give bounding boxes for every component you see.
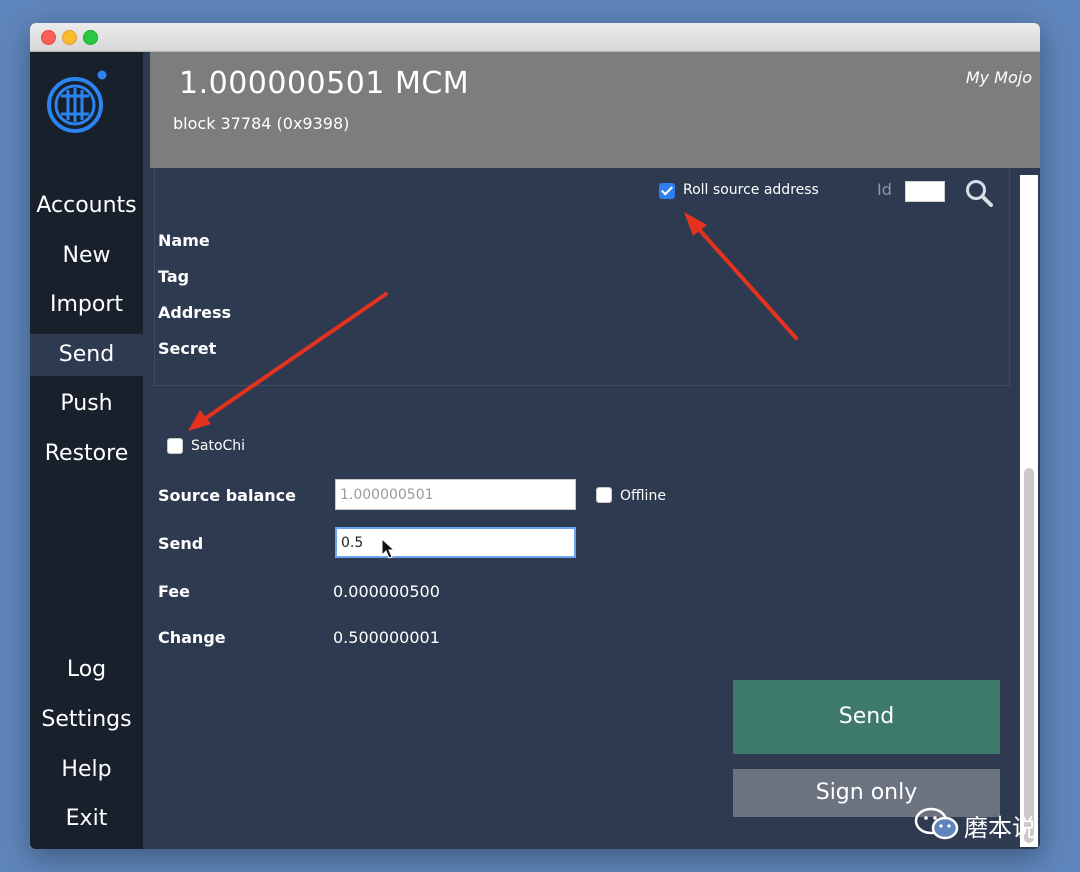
sidebar-item-send[interactable]: Send bbox=[30, 334, 143, 376]
change-label: Change bbox=[158, 628, 226, 647]
source-address-panel bbox=[154, 168, 1010, 386]
name-label: Name bbox=[158, 231, 210, 250]
send-amount-field[interactable] bbox=[335, 527, 576, 558]
scrollbar-thumb[interactable] bbox=[1024, 468, 1034, 843]
sidebar-item-push[interactable]: Push bbox=[30, 383, 143, 425]
sidebar: Accounts New Import Send Push Restore Lo… bbox=[30, 52, 143, 849]
fee-value: 0.000000500 bbox=[333, 582, 440, 601]
sidebar-item-log[interactable]: Log bbox=[30, 649, 143, 691]
sidebar-item-exit[interactable]: Exit bbox=[30, 798, 143, 840]
minimize-window-button[interactable] bbox=[62, 30, 77, 45]
sidebar-item-restore[interactable]: Restore bbox=[30, 433, 143, 475]
balance-header: 1.000000501 MCM block 37784 (0x9398) My … bbox=[150, 52, 1040, 168]
satochi-checkbox[interactable] bbox=[167, 438, 183, 454]
offline-checkbox[interactable] bbox=[596, 487, 612, 503]
app-logo-icon bbox=[47, 70, 107, 133]
mouse-cursor-icon bbox=[381, 538, 396, 559]
sidebar-item-import[interactable]: Import bbox=[30, 284, 143, 326]
satochi-label: SatoChi bbox=[191, 438, 246, 454]
sidebar-item-accounts[interactable]: Accounts bbox=[30, 185, 143, 227]
id-input[interactable] bbox=[905, 181, 945, 202]
search-icon[interactable] bbox=[964, 178, 994, 208]
source-balance-field[interactable] bbox=[335, 479, 576, 510]
title-bar bbox=[30, 23, 1040, 52]
id-label: Id bbox=[877, 180, 892, 199]
balance-title: 1.000000501 MCM bbox=[179, 66, 470, 101]
watermark: 磨本说 bbox=[914, 806, 1054, 842]
address-label: Address bbox=[158, 303, 232, 322]
sidebar-item-new[interactable]: New bbox=[30, 235, 143, 277]
roll-source-address-label: Roll source address bbox=[683, 182, 819, 198]
fee-label: Fee bbox=[158, 582, 190, 601]
wallet-name: My Mojo bbox=[965, 68, 1032, 87]
watermark-text: 磨本说 bbox=[964, 814, 1036, 842]
sidebar-item-settings[interactable]: Settings bbox=[30, 699, 143, 741]
change-value: 0.500000001 bbox=[333, 628, 440, 647]
close-window-button[interactable] bbox=[41, 30, 56, 45]
roll-source-address-checkbox[interactable] bbox=[659, 183, 675, 199]
sidebar-item-help[interactable]: Help bbox=[30, 749, 143, 791]
wechat-icon bbox=[914, 807, 959, 840]
zoom-window-button[interactable] bbox=[83, 30, 98, 45]
block-info: block 37784 (0x9398) bbox=[173, 114, 350, 133]
send-amount-label: Send bbox=[158, 534, 204, 553]
tag-label: Tag bbox=[158, 267, 190, 286]
secret-label: Secret bbox=[158, 339, 217, 358]
app-window: Accounts New Import Send Push Restore Lo… bbox=[30, 23, 1040, 849]
send-button[interactable]: Send bbox=[733, 680, 1000, 754]
offline-label: Offline bbox=[620, 488, 666, 504]
source-balance-label: Source balance bbox=[158, 486, 296, 505]
